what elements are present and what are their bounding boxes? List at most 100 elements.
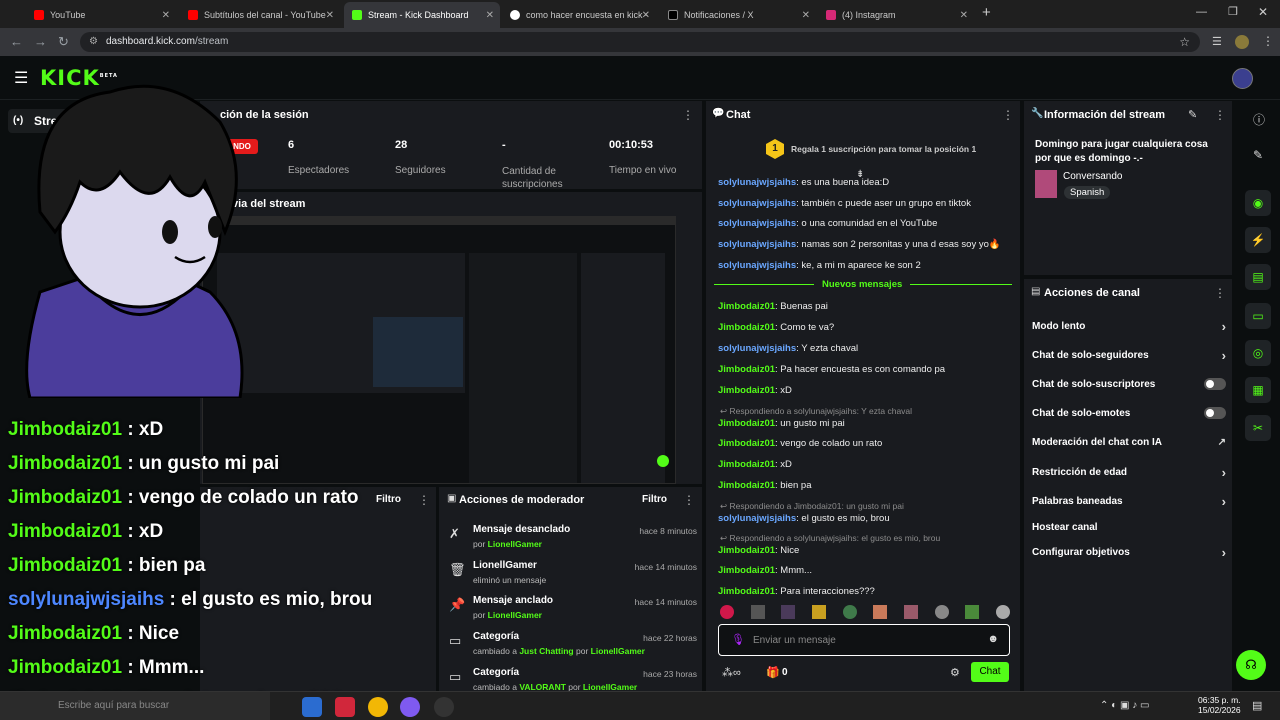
filter-button[interactable]: Filtro [642,494,667,505]
chat-message[interactable]: solylunajwjsjaihs: ke, a mi m aparece ke… [718,260,921,271]
minimize-icon[interactable]: — [1196,6,1207,18]
more-options-icon[interactable]: ⋮ [418,493,430,507]
close-icon[interactable]: ✕ [642,10,650,21]
chat-username[interactable]: solylunajwjsjaihs [718,343,796,354]
back-icon[interactable]: ← [10,34,23,49]
emote-icon[interactable] [750,605,765,619]
new-tab-icon[interactable]: + [982,4,991,21]
camera-icon[interactable]: ◉ [1245,190,1271,216]
chat-username[interactable]: Jimbodaiz01 [718,565,775,576]
more-options-icon[interactable]: ⋮ [1214,108,1226,122]
chat-message[interactable]: Jimbodaiz01: vengo de colado un rato [718,438,882,449]
tab-kick-dashboard[interactable]: Stream - Kick Dashboard ✕ [344,2,500,28]
chat-message[interactable]: Jimbodaiz01: Mmm... [718,565,812,576]
chat-username[interactable]: solylunajwjsjaihs [718,198,796,209]
reload-icon[interactable]: ↻ [58,34,69,50]
tools-icon[interactable]: ✂ [1245,415,1271,441]
reply-context[interactable]: ↩ Respondiendo a Jimbodaiz01: un gusto m… [720,501,904,512]
moderator-name[interactable]: LionellGamer [583,682,637,691]
more-options-icon[interactable]: ⋮ [1214,286,1226,300]
tab-x-notifications[interactable]: Notificaciones / X ✕ [660,4,816,26]
bookmark-star-icon[interactable]: ☆ [1179,32,1190,52]
tab-instagram[interactable]: (4) Instagram ✕ [818,4,974,26]
taskbar-app-icon[interactable] [400,697,420,717]
profile-avatar[interactable] [1235,35,1249,49]
chat-username[interactable]: solylunajwjsjaihs [718,218,796,229]
chat-username[interactable]: solylunajwjsjaihs [718,513,796,524]
chat-message[interactable]: solylunajwjsjaihs: Y ezta chaval [718,343,858,354]
chat-message[interactable]: solylunajwjsjaihs: es una buena idea:D [718,177,889,188]
chat-message[interactable]: Jimbodaiz01: Nice [718,545,799,556]
chat-username[interactable]: Jimbodaiz01 [718,586,775,597]
notifications-icon[interactable]: ▤ [1252,699,1262,712]
browser-menu-icon[interactable]: ⋮ [1262,34,1274,48]
close-icon[interactable]: ✕ [802,10,810,21]
chat-username[interactable]: Jimbodaiz01 [718,364,775,375]
channel-action-item[interactable]: Chat de solo-seguidores › [1032,348,1226,363]
more-options-icon[interactable]: ⋮ [683,493,695,507]
send-chat-button[interactable]: Chat [971,662,1009,682]
edit-icon[interactable]: ✎ [1188,108,1197,121]
tab-youtube[interactable]: YouTube ✕ [26,4,176,26]
channel-action-item[interactable]: Palabras baneadas › [1032,494,1226,509]
chat-username[interactable]: Jimbodaiz01 [718,322,775,333]
close-icon[interactable]: ✕ [960,10,968,21]
chat-message[interactable]: solylunajwjsjaihs: o una comunidad en el… [718,218,937,229]
tab-google-search[interactable]: como hacer encuesta en kick - ✕ [502,4,656,26]
taskbar-search-box[interactable]: Escribe aquí para buscar [0,692,270,720]
chat-message[interactable]: Jimbodaiz01: Como te va? [718,322,834,333]
tab-subtitulos[interactable]: Subtítulos del canal - YouTube ✕ [180,4,340,26]
emote-icon[interactable] [781,605,796,619]
site-info-icon[interactable]: ⚙ [89,32,98,52]
chat-username[interactable]: Jimbodaiz01 [718,301,775,312]
layout-icon[interactable]: ▦ [1245,377,1271,403]
reply-context[interactable]: ↩ Respondiendo a solylunajwjsjaihs: el g… [720,533,940,544]
moderator-name[interactable]: LionellGamer [488,610,542,620]
chat-message[interactable]: Jimbodaiz01: Buenas pai [718,301,828,312]
moderator-name[interactable]: LionellGamer [591,646,645,656]
emoji-icon[interactable]: ☻ [987,633,999,645]
chat-username[interactable]: Jimbodaiz01 [718,418,775,429]
url-field[interactable]: ⚙ dashboard.kick.com/stream ☆ [80,32,1200,52]
chat-bubble-icon[interactable]: ▭ [1245,303,1271,329]
broadcast-icon[interactable]: ◎ [1245,340,1271,366]
chat-username[interactable]: Jimbodaiz01 [718,438,775,449]
chat-message[interactable]: Jimbodaiz01: bien pa [718,480,811,491]
extensions-icon[interactable]: ☰ [1212,35,1222,48]
taskbar-app-icon[interactable] [335,697,355,717]
emote-icon[interactable] [965,605,980,619]
chat-message[interactable]: Jimbodaiz01: Para interacciones??? [718,586,875,597]
note-icon[interactable]: ▤ [1245,264,1271,290]
taskbar-search-input[interactable]: Escribe aquí para buscar [58,700,169,711]
chat-input[interactable]: Enviar un mensaje [753,635,836,646]
microphone-icon[interactable]: 🎙 [731,633,745,646]
channel-action-item[interactable]: Chat de solo-emotes [1032,407,1226,419]
emote-icon[interactable] [934,605,949,619]
chat-username[interactable]: Jimbodaiz01 [718,480,775,491]
moderator-name[interactable]: LionellGamer [488,539,542,549]
close-window-icon[interactable]: ✕ [1258,5,1268,19]
restore-icon[interactable]: ❐ [1228,5,1238,18]
mod-action-row[interactable]: ▭ Categoría cambiado a Just Chatting por… [449,631,697,665]
emote-icon[interactable] [811,605,826,619]
category-name[interactable]: Conversando [1063,171,1122,182]
chat-message[interactable]: solylunajwjsjaihs: el gusto es mio, brou [718,513,890,524]
toggle-switch[interactable] [1204,378,1226,390]
stream-preview-video[interactable] [202,216,676,484]
emote-icon[interactable] [995,605,1010,619]
chrome-icon[interactable] [368,697,388,717]
chat-username[interactable]: Jimbodaiz01 [718,459,775,470]
info-icon[interactable]: ⓘ [1253,111,1265,128]
chat-input-box[interactable]: 🎙 Enviar un mensaje ☻ [718,624,1010,656]
user-avatar[interactable] [1232,68,1253,89]
emote-icon[interactable] [720,605,734,619]
gift-icon[interactable]: 🎁 [766,666,780,679]
chat-message[interactable]: Jimbodaiz01: xD [718,385,792,396]
taskbar-app-icon[interactable] [302,697,322,717]
gift-sub-banner[interactable]: Regala 1 suscripción para tomar la posic… [791,144,976,154]
close-icon[interactable]: ✕ [486,10,494,21]
reply-context[interactable]: ↩ Respondiendo a solylunajwjsjaihs: Y ez… [720,406,912,417]
chat-username[interactable]: Jimbodaiz01 [718,545,775,556]
chat-settings-icon[interactable]: ⚙ [950,666,960,679]
chat-username[interactable]: solylunajwjsjaihs [718,260,796,271]
